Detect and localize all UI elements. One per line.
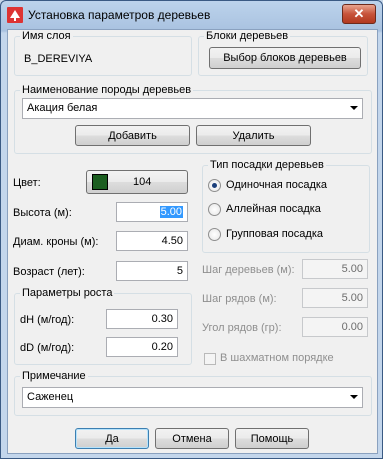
close-button[interactable]: ✕ <box>342 4 376 24</box>
cancel-button[interactable]: Отмена <box>155 428 229 449</box>
species-select[interactable]: Акация белая <box>22 98 363 119</box>
height-field[interactable]: 5.00 <box>116 202 188 222</box>
row-angle-label: Угол рядов (гр): <box>202 322 282 334</box>
row-angle-field[interactable]: 0.00 <box>302 317 368 337</box>
note-select[interactable]: Саженец <box>22 387 363 408</box>
delete-species-button[interactable]: Удалить <box>196 125 311 146</box>
checker-label[interactable]: В шахматном порядке <box>220 352 334 364</box>
layer-name-value: B_DEREVIYA <box>24 53 93 65</box>
height-value: 5.00 <box>159 206 183 218</box>
tree-app-icon <box>7 7 23 23</box>
row-step-field[interactable]: 5.00 <box>302 288 368 308</box>
chevron-down-icon[interactable] <box>350 395 358 399</box>
radio-alley[interactable] <box>208 203 221 216</box>
dh-label: dH (м/год): <box>20 314 75 326</box>
planting-legend: Тип посадки деревьев <box>208 159 326 171</box>
crown-label: Диам. кроны (м): <box>13 236 99 248</box>
note-legend: Примечание <box>20 370 88 382</box>
color-button[interactable]: 104 <box>86 170 188 194</box>
title-bar[interactable]: Установка параметров деревьев ✕ <box>1 1 382 29</box>
select-blocks-button[interactable]: Выбор блоков деревьев <box>209 47 361 69</box>
dh-field[interactable]: 0.30 <box>106 309 178 329</box>
window-title: Установка параметров деревьев <box>28 8 211 22</box>
radio-single-label[interactable]: Одиночная посадка <box>226 179 327 191</box>
radio-group-label[interactable]: Групповая посадка <box>226 228 323 240</box>
row-step-label: Шаг рядов (м): <box>202 293 277 305</box>
tree-step-label: Шаг деревьев (м): <box>202 264 295 276</box>
species-selected-value: Акация белая <box>27 102 98 114</box>
checker-checkbox[interactable] <box>204 353 216 365</box>
crown-diameter-field[interactable]: 4.50 <box>116 231 188 251</box>
dialog-body: Имя слоя B_DEREVIYA Блоки деревьев Выбор… <box>7 29 378 454</box>
height-label: Высота (м): <box>13 207 72 219</box>
radio-single[interactable] <box>208 179 221 192</box>
ok-button[interactable]: Да <box>75 428 149 449</box>
color-label: Цвет: <box>13 177 41 189</box>
dd-label: dD (м/год): <box>20 342 75 354</box>
color-swatch <box>92 174 108 190</box>
tree-step-field[interactable]: 5.00 <box>302 259 368 279</box>
age-label: Возраст (лет): <box>13 266 85 278</box>
dialog-window: Установка параметров деревьев ✕ Имя слоя… <box>0 0 383 459</box>
layer-legend: Имя слоя <box>20 30 73 42</box>
age-field[interactable]: 5 <box>116 261 188 281</box>
add-species-button[interactable]: Добавить <box>75 125 190 146</box>
species-legend: Наименование породы деревьев <box>20 84 194 96</box>
blocks-legend: Блоки деревьев <box>204 30 291 42</box>
dd-field[interactable]: 0.20 <box>106 337 178 357</box>
help-button[interactable]: Помощь <box>235 428 309 449</box>
radio-alley-label[interactable]: Аллейная посадка <box>226 203 321 215</box>
note-selected-value: Саженец <box>27 391 74 403</box>
chevron-down-icon[interactable] <box>350 106 358 110</box>
color-index: 104 <box>133 176 152 188</box>
growth-legend: Параметры роста <box>20 287 115 299</box>
radio-group[interactable] <box>208 228 221 241</box>
